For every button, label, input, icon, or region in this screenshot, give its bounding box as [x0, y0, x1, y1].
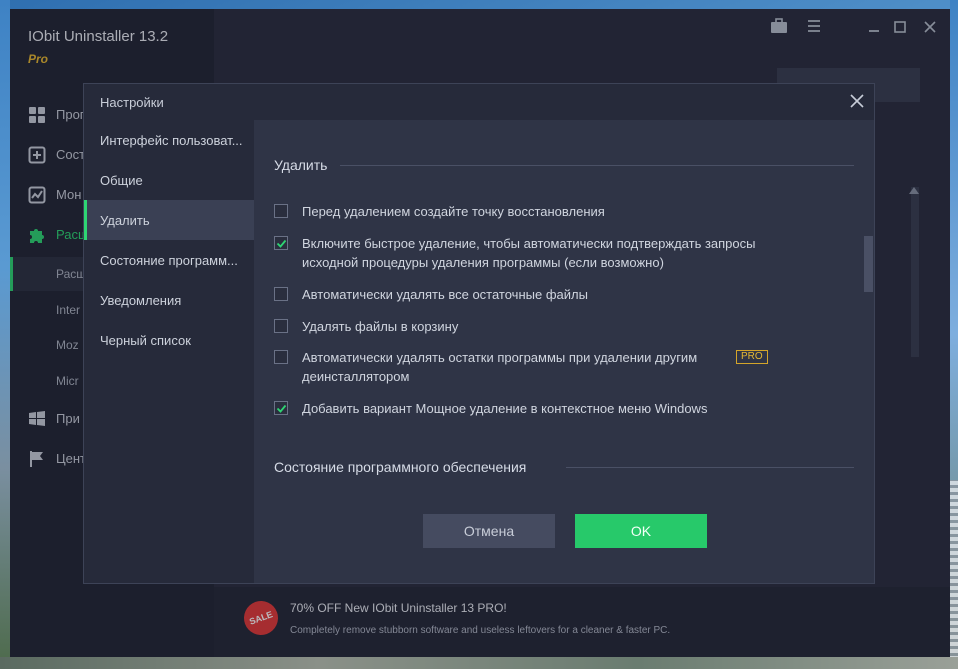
checkbox-recycle-bin[interactable]: [274, 319, 288, 333]
settings-tab-general[interactable]: Общие: [84, 160, 254, 200]
settings-tab-label: Интерфейс пользоват...: [100, 133, 243, 148]
section-title-software-health: Состояние программного обеспечения: [274, 459, 527, 475]
checkmark-icon: [276, 239, 287, 248]
section-title-uninstall: Удалить: [274, 157, 328, 173]
settings-tab-interface[interactable]: Интерфейс пользоват...: [84, 120, 254, 160]
option-label: Автоматически удалять остатки программы …: [302, 350, 698, 384]
option-label: Автоматически удалять все остаточные фай…: [302, 287, 588, 302]
checkbox-restore-point[interactable]: [274, 204, 288, 218]
pro-badge: PRO: [736, 350, 768, 364]
desktop-background-bottom: [0, 657, 958, 669]
section-divider: [566, 467, 854, 468]
settings-tab-uninstall[interactable]: Удалить: [84, 200, 254, 240]
desktop-background-left: [0, 0, 10, 669]
close-icon: [850, 94, 864, 108]
checkmark-icon: [276, 404, 287, 413]
option-label: Перед удалением создайте точку восстанов…: [302, 204, 605, 219]
dialog-titlebar: Настройки: [84, 84, 874, 120]
desktop-wallpaper-city: [950, 480, 958, 660]
settings-tab-label: Уведомления: [100, 293, 182, 308]
cancel-button[interactable]: Отмена: [423, 514, 555, 548]
ok-button[interactable]: OK: [575, 514, 707, 548]
dialog-close-button[interactable]: [848, 92, 866, 110]
settings-dialog: Настройки Интерфейс пользоват... Общие У…: [83, 83, 875, 584]
section-divider: [340, 165, 854, 166]
checkbox-context-menu[interactable]: [274, 401, 288, 415]
settings-tab-label: Удалить: [100, 213, 150, 228]
checkbox-remove-leftovers[interactable]: [274, 287, 288, 301]
settings-tab-label: Черный список: [100, 333, 191, 348]
settings-sidebar: Интерфейс пользоват... Общие Удалить Сос…: [84, 120, 254, 583]
settings-tab-label: Общие: [100, 173, 143, 188]
settings-tab-notifications[interactable]: Уведомления: [84, 280, 254, 320]
settings-tab-software-health[interactable]: Состояние программ...: [84, 240, 254, 280]
checkbox-quick-uninstall[interactable]: [274, 236, 288, 250]
dialog-title: Настройки: [100, 95, 164, 110]
option-label: Добавить вариант Мощное удаление в конте…: [302, 401, 708, 416]
settings-tab-blacklist[interactable]: Черный список: [84, 320, 254, 360]
dialog-scrollbar-thumb[interactable]: [864, 236, 873, 292]
checkbox-other-uninstaller-leftovers[interactable]: [274, 350, 288, 364]
option-label: Включите быстрое удаление, чтобы автомат…: [302, 236, 756, 270]
option-label: Удалять файлы в корзину: [302, 319, 459, 334]
settings-tab-label: Состояние программ...: [100, 253, 238, 268]
